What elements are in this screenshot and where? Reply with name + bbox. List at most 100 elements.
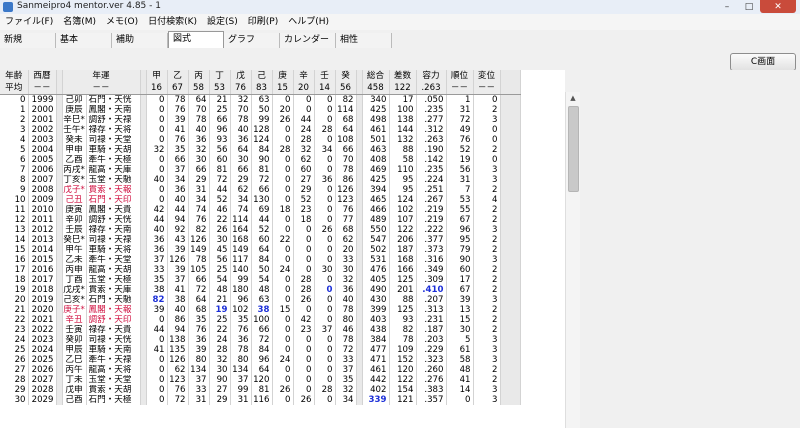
table-cell: 0 <box>0 94 29 105</box>
close-icon[interactable]: ✕ <box>760 0 796 13</box>
table-cell: 辛丑 <box>62 315 87 325</box>
column-separator <box>500 395 521 405</box>
tab-basic[interactable]: 基本 <box>56 33 112 48</box>
table-row[interactable]: 7 2006 丙戌* 龍高・天庫 0 37 66 81 66 81 0 60 0 78 469 110.235… <box>0 165 521 175</box>
table-cell: 31 <box>446 175 474 185</box>
table-row[interactable]: 6 2005 乙酉 牽牛・天極 0 66 30 60 30 90 0 62 0 70 408 58.142 19… <box>0 155 521 165</box>
table-cell: 2 <box>473 265 501 275</box>
table-cell: 72 <box>251 175 273 185</box>
table-row[interactable]: 18 2017 丁酉 玉堂・天極 35 37 66 54 99 54 0 28 0 32 405 125.30… <box>0 275 521 285</box>
table-row[interactable]: 1 2000 庚辰 鳳閣・天南 0 76 70 25 70 50 20 0 0 114 425 100.235… <box>0 105 521 115</box>
table-cell: 45 <box>209 245 231 255</box>
table-row[interactable]: 27 2026 丙午 龍高・天将 0 62 134 30 134 64 0 0 0 37 461 120.26… <box>0 365 521 375</box>
header-cell: 辛 <box>293 70 315 82</box>
table-cell: 35 <box>230 315 252 325</box>
menu-date-search[interactable]: 日付検索(K) <box>143 14 202 30</box>
table-row[interactable]: 13 2012 壬辰 禄存・天南 40 92 82 26 164 52 0 0 26 68 550 122.2… <box>0 225 521 235</box>
table-row[interactable]: 29 2028 戊申 貫索・天胡 0 76 33 27 99 81 26 0 28 32 402 154.38… <box>0 385 521 395</box>
table-cell: 2024 <box>28 345 57 355</box>
table-row[interactable]: 11 2010 庚寅 鳳閣・天貴 42 44 74 46 74 69 18 23 0 76 466 102.2… <box>0 205 521 215</box>
tab-compatibility[interactable]: 相性 <box>336 33 392 48</box>
c-screen-button[interactable]: C画面 <box>730 53 796 71</box>
table-row[interactable]: 30 2029 己酉 石門・天極 0 72 31 29 31 116 0 26 0 34 339 121.35… <box>0 395 521 405</box>
table-cell: 己酉 <box>62 395 87 405</box>
header-cell: 乙 <box>167 70 189 82</box>
table-row[interactable]: 12 2011 辛卯 調舒・天恍 44 94 76 22 114 44 0 18 0 77 489 107.2… <box>0 215 521 225</box>
table-row[interactable]: 0 1999 己卯 石門・天恍 0 78 64 21 32 63 0 0 0 82 340 17.050 1 0 <box>0 94 521 105</box>
table-row[interactable]: 4 2003 癸未 司禄・天堂 0 76 36 93 36 124 0 28 0 108 501 132.26… <box>0 135 521 145</box>
table-cell: 40 <box>167 305 189 315</box>
table-cell: 2012 <box>28 225 57 235</box>
table-cell: 0 <box>272 215 294 225</box>
table-row[interactable]: 20 2019 己亥* 石門・天馳 82 38 64 21 96 63 0 26 0 40 430 88.20… <box>0 295 521 305</box>
table-cell: 44 <box>167 205 189 215</box>
tab-calendar[interactable]: カレンダー <box>280 33 336 48</box>
column-separator <box>500 325 521 335</box>
table-row[interactable]: 14 2013 癸巳* 司禄・天禄 36 43 126 30 168 60 22 0 0 62 547 206… <box>0 235 521 245</box>
table-cell: 甲申 <box>62 145 87 155</box>
table-cell: 0 <box>272 335 294 345</box>
table-cell: 0 <box>293 235 315 245</box>
table-row[interactable]: 17 2016 丙申 龍高・天胡 33 39 105 25 140 50 24 0 30 30 476 166… <box>0 265 521 275</box>
header-cell: 458 <box>362 82 390 95</box>
menu-print[interactable]: 印刷(P) <box>243 14 283 30</box>
menu-help[interactable]: ヘルプ(H) <box>283 14 334 30</box>
menu-file[interactable]: ファイル(F) <box>0 14 58 30</box>
menu-settings[interactable]: 設定(S) <box>202 14 243 30</box>
table-cell: 0 <box>272 325 294 335</box>
tab-new[interactable]: 新規 <box>0 33 56 48</box>
table-cell: 0 <box>473 135 501 145</box>
maximize-icon[interactable]: □ <box>738 0 760 13</box>
table-row[interactable]: 22 2021 辛丑 調舒・天印 0 86 35 25 35 100 0 42 0 80 403 93.231… <box>0 315 521 325</box>
table-row[interactable]: 5 2004 甲申 車騎・天胡 32 35 32 56 64 84 28 32 34 66 463 88.19… <box>0 145 521 155</box>
table-cell: 0 <box>146 94 168 105</box>
scroll-thumb[interactable] <box>568 106 579 192</box>
tab-diagram[interactable]: 図式 <box>168 31 224 48</box>
table-cell: 2013 <box>28 235 57 245</box>
table-row[interactable]: 25 2024 甲辰 車騎・天南 41 135 39 28 78 84 0 0 0 72 477 109.22… <box>0 345 521 355</box>
table-cell: 69 <box>251 205 273 215</box>
vertical-scrollbar[interactable]: ▲ <box>565 92 580 428</box>
table-row[interactable]: 10 2009 己丑 石門・天印 0 40 34 52 34 130 0 52 0 123 465 124.2… <box>0 195 521 205</box>
table-cell: 67 <box>446 215 474 225</box>
table-row[interactable]: 28 2027 丁未 玉堂・天堂 0 123 37 90 37 120 0 0 0 35 442 122.27… <box>0 375 521 385</box>
table-cell: 19 <box>446 155 474 165</box>
table-row[interactable]: 16 2015 乙未 牽牛・天堂 37 126 78 56 117 84 0 0 0 33 531 168.3… <box>0 255 521 265</box>
table-cell: 38 <box>167 295 189 305</box>
table-cell: 甲午 <box>62 245 87 255</box>
tab-graph[interactable]: グラフ <box>224 33 280 48</box>
table-cell: 41 <box>146 345 168 355</box>
table-cell: 72 <box>167 395 189 405</box>
table-cell: 42 <box>146 205 168 215</box>
table-cell: 2 <box>473 315 501 325</box>
table-cell: 61 <box>446 345 474 355</box>
table-cell: 2026 <box>28 365 57 375</box>
table-row[interactable]: 15 2014 甲午 車騎・天将 36 39 149 45 149 64 0 0 0 20 502 187.3… <box>0 245 521 255</box>
table-row[interactable]: 2 2001 辛巳* 調舒・天禄 0 39 78 66 78 99 26 44 0 68 498 138.27… <box>0 115 521 125</box>
table-row[interactable]: 24 2023 癸卯 司禄・天恍 0 138 36 24 36 72 0 0 0 78 384 78.203 5… <box>0 335 521 345</box>
scroll-up-icon[interactable]: ▲ <box>566 92 580 104</box>
table-row[interactable]: 21 2020 庚子* 鳳閣・天報 39 40 68 19 102 38 15 0 0 78 399 125.… <box>0 305 521 315</box>
table-row[interactable]: 26 2025 乙巳 牽牛・天禄 0 126 80 32 80 96 24 0 0 33 471 152.32… <box>0 355 521 365</box>
table-cell: 癸卯 <box>62 335 87 345</box>
menu-roster[interactable]: 名簿(M) <box>58 14 101 30</box>
table-row[interactable]: 3 2002 壬午* 禄存・天将 0 41 40 96 40 128 0 24 28 64 461 144.3… <box>0 125 521 135</box>
table-row[interactable]: 19 2018 戊戌* 貫索・天庫 38 41 72 48 180 48 0 28 0 36 490 201.… <box>0 285 521 295</box>
table-cell: 100 <box>389 105 417 115</box>
table-row[interactable]: 23 2022 壬寅 禄存・天貴 44 94 76 22 76 66 0 23 37 46 438 82.18… <box>0 325 521 335</box>
header-cell: 己 <box>251 70 273 82</box>
table-cell: 30 <box>209 365 231 375</box>
table-cell: 3 <box>473 225 501 235</box>
table-row[interactable]: 8 2007 丁亥* 玉堂・天馳 40 34 29 72 29 72 0 27 36 86 425 95.22… <box>0 175 521 185</box>
table-cell: 107 <box>389 215 417 225</box>
tab-supplement[interactable]: 補助 <box>112 33 168 48</box>
table-row[interactable]: 9 2008 戊子* 貫索・天報 0 36 31 44 62 66 0 29 0 126 394 95.251… <box>0 185 521 195</box>
table-cell: 92 <box>167 225 189 235</box>
minimize-icon[interactable]: – <box>716 0 738 13</box>
table-cell: 0 <box>146 195 168 205</box>
table-cell: 3 <box>473 115 501 125</box>
table-cell: 88 <box>389 145 417 155</box>
menu-memo[interactable]: メモ(O) <box>101 14 143 30</box>
menu-bar: ファイル(F) 名簿(M) メモ(O) 日付検索(K) 設定(S) 印刷(P) … <box>0 14 800 30</box>
table-cell: 2025 <box>28 355 57 365</box>
